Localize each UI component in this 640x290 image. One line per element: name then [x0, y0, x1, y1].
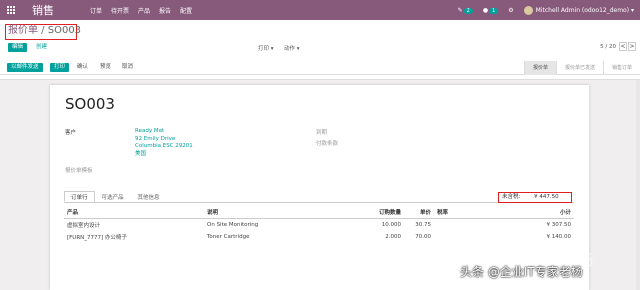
menu-item-reports[interactable]: 报告 — [159, 6, 171, 15]
table-row[interactable]: 虚拟室内设计 On Site Monitoring 10.000 30.75 ¥… — [64, 219, 574, 232]
debug-icon[interactable]: ⚙ — [508, 7, 513, 14]
pager-next-button[interactable]: > — [628, 42, 636, 51]
user-menu[interactable]: Mitchell Admin (odoo12_demo) ▾ — [523, 5, 634, 15]
template-label: 报价单模板 — [65, 168, 93, 174]
cell-product: [FURN_7777] 办公椅子 — [67, 235, 127, 241]
stage-bar: 报价单 报价单已发送 销售订单 — [523, 61, 640, 75]
chat-button[interactable]: ✎ 2 — [458, 7, 473, 14]
cell-unit-price: 70.00 — [415, 234, 431, 240]
menu-item-orders[interactable]: 订单 — [90, 6, 102, 15]
tab-optional-products[interactable]: 可选产品 — [95, 191, 131, 202]
send-email-button[interactable]: 以邮件发送 — [7, 63, 43, 72]
col-subtotal[interactable]: 小计 — [474, 206, 574, 219]
untaxed-total: 未含税: ¥ 447.50 — [498, 192, 572, 203]
breadcrumb: 报价单 / SO003 — [5, 24, 81, 40]
pager-prev-button[interactable]: < — [619, 42, 627, 51]
tab-other-info[interactable]: 其他信息 — [131, 191, 167, 202]
cell-taxes — [434, 219, 474, 232]
confirm-button[interactable]: 确认 — [73, 63, 92, 72]
menu-item-to-invoice[interactable]: 待开票 — [111, 6, 129, 15]
systray: ✎ 2 ● 1 ⚙ Mitchell Admin (odoo12_demo) ▾ — [458, 0, 640, 20]
pager-arrows: < > — [619, 42, 636, 51]
menu-item-config[interactable]: 配置 — [180, 6, 192, 15]
edit-button[interactable]: 编辑 — [8, 43, 28, 52]
expiration-label: 到期 — [316, 130, 328, 136]
activity-button[interactable]: ● 1 — [482, 6, 499, 14]
cell-description: Toner Cartridge — [207, 234, 250, 240]
chat-badge: 2 — [463, 7, 473, 14]
address-street: 92 Emily Drive — [135, 135, 176, 142]
pager-value[interactable]: 5 / 20 — [600, 44, 616, 50]
preview-button[interactable]: 预览 — [96, 63, 115, 72]
cell-unit-price: 30.75 — [415, 222, 431, 228]
stage-sales-order[interactable]: 销售订单 — [602, 61, 640, 75]
customer-label: 客户 — [65, 130, 77, 136]
stage-quotation-sent[interactable]: 报价单已发送 — [555, 61, 603, 75]
print-button[interactable]: 打印 — [50, 63, 70, 72]
address-city: Columbia ESC 29201 — [135, 143, 193, 149]
cell-subtotal: ¥ 307.50 — [546, 222, 572, 228]
tab-order-lines[interactable]: 订单行 — [64, 191, 95, 202]
top-navbar: 销售 订单 待开票 产品 报告 配置 ✎ 2 ● 1 ⚙ Mitchell Admi… — [0, 0, 640, 20]
breadcrumb-current: SO003 — [47, 25, 82, 36]
col-quantity[interactable]: 订购数量 — [354, 206, 404, 219]
print-label: 打印 — [258, 46, 270, 52]
avatar — [523, 5, 533, 15]
cell-quantity: 2.000 — [385, 234, 401, 240]
payment-terms-label: 付款条款 — [316, 141, 339, 147]
breadcrumb-sep: / — [38, 25, 48, 36]
stage-quotation[interactable]: 报价单 — [523, 61, 556, 75]
cell-product: 虚拟室内设计 — [67, 223, 101, 229]
watermark-toutiao: 头条 @企业IT专家老杨 — [460, 265, 583, 279]
app-brand: 销售 — [32, 4, 54, 17]
cell-subtotal: ¥ 140.00 — [546, 234, 572, 240]
cell-taxes — [434, 231, 474, 243]
order-lines-table: 产品 说明 订购数量 单价 税率 小计 虚拟室内设计 On Site Monit… — [64, 206, 574, 243]
status-bar: 以邮件发送 打印 确认 预览 取消 报价单 报价单已发送 销售订单 — [0, 61, 640, 75]
customer-address[interactable]: Ready Mat 92 Emily Drive Columbia ESC 29… — [135, 128, 193, 158]
print-dropdown[interactable]: 打印 ▾ — [258, 44, 274, 52]
user-name: Mitchell Admin (odoo12_demo) — [535, 6, 630, 14]
scrollbar[interactable] — [636, 80, 640, 290]
col-product[interactable]: 产品 — [64, 206, 204, 219]
col-description[interactable]: 说明 — [204, 206, 354, 219]
col-taxes[interactable]: 税率 — [434, 206, 474, 219]
action-dropdown[interactable]: 动作 ▾ — [284, 44, 300, 52]
total-value: ¥ 447.50 — [534, 194, 559, 200]
page-title: SO003 — [65, 95, 115, 113]
action-label: 动作 — [284, 46, 296, 52]
customer-name[interactable]: Ready Mat — [135, 128, 193, 136]
total-label: 未含税: — [502, 194, 521, 200]
breadcrumb-parent[interactable]: 报价单 — [8, 25, 38, 36]
menu-item-products[interactable]: 产品 — [138, 6, 150, 15]
address-country: 美国 — [135, 150, 147, 157]
main-menu: 订单 待开票 产品 报告 配置 — [90, 6, 192, 15]
col-unit-price[interactable]: 单价 — [404, 206, 434, 219]
table-row[interactable]: [FURN_7777] 办公椅子 Toner Cartridge 2.000 7… — [64, 231, 574, 243]
chat-icon: ✎ — [457, 6, 463, 14]
create-button[interactable]: 创建 — [32, 43, 51, 52]
cancel-button[interactable]: 取消 — [118, 63, 137, 72]
cell-quantity: 10.000 — [381, 222, 401, 228]
activity-icon: ● — [482, 6, 489, 14]
apps-menu-icon[interactable] — [7, 0, 16, 20]
activity-badge: 1 — [489, 7, 499, 14]
cell-description: On Site Monitoring — [207, 222, 259, 228]
